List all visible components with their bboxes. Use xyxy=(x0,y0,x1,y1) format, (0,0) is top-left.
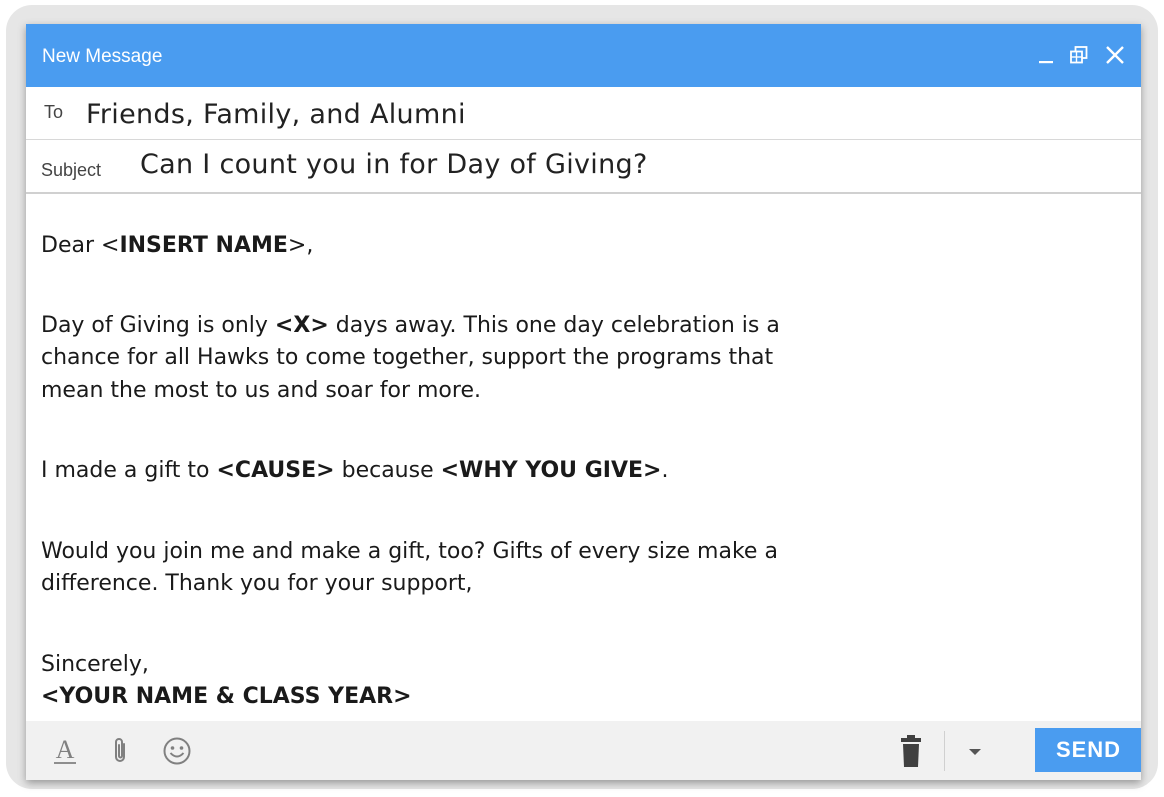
paragraph-1-line-3: mean the most to us and soar for more. xyxy=(41,378,481,403)
placeholder-name: INSERT NAME xyxy=(119,233,288,258)
paragraph-1-line-1: Day of Giving is only <X> days away. Thi… xyxy=(41,313,780,338)
subject-label: Subject xyxy=(41,160,102,180)
minimize-button[interactable] xyxy=(1035,38,1057,72)
send-button[interactable]: SEND xyxy=(1035,728,1141,772)
title-bar: New Message xyxy=(26,24,1141,87)
popout-button[interactable] xyxy=(1066,38,1092,72)
close-icon xyxy=(1106,46,1124,64)
to-label: To xyxy=(44,102,64,122)
to-field[interactable]: Friends, Family, and Alumni xyxy=(86,100,466,130)
greeting-line: Dear <INSERT NAME>, xyxy=(41,233,314,258)
caret-down-icon xyxy=(969,748,981,755)
paragraph-3-line-2: difference. Thank you for your support, xyxy=(41,571,473,596)
signature-line: <YOUR NAME & CLASS YEAR> xyxy=(41,681,941,713)
emoji-button[interactable] xyxy=(159,721,195,780)
paragraph-3-line-1: Would you join me and make a gift, too? … xyxy=(41,539,778,564)
placeholder-signature: <YOUR NAME & CLASS YEAR> xyxy=(41,684,412,709)
attach-button[interactable] xyxy=(106,721,136,780)
closing-line: Sincerely, xyxy=(41,652,149,677)
close-button[interactable] xyxy=(1100,38,1130,72)
smiley-icon xyxy=(163,737,191,764)
svg-text:A: A xyxy=(56,736,75,764)
toolbar-divider xyxy=(944,731,945,771)
discard-button[interactable] xyxy=(896,721,926,780)
paperclip-icon xyxy=(115,737,125,762)
subject-row[interactable]: Subject Can I count you in for Day of Gi… xyxy=(26,140,1141,194)
text-format-icon: A xyxy=(54,736,76,764)
to-row[interactable]: To Friends, Family, and Alumni xyxy=(26,87,1141,140)
placeholder-cause: <CAUSE> xyxy=(216,458,335,483)
paragraph-1-line-2: chance for all Hawks to come together, s… xyxy=(41,345,774,370)
placeholder-why: <WHY YOU GIVE> xyxy=(440,458,662,483)
popout-icon xyxy=(1070,46,1088,64)
compose-toolbar: A SEND xyxy=(26,721,1141,780)
window-title: New Message xyxy=(42,46,163,67)
paragraph-2: I made a gift to <CAUSE> because <WHY YO… xyxy=(41,458,669,483)
subject-field[interactable]: Can I count you in for Day of Giving? xyxy=(140,150,648,180)
placeholder-days: <X> xyxy=(274,313,329,338)
format-text-button[interactable]: A xyxy=(48,721,82,780)
minimize-icon xyxy=(1039,61,1053,64)
trash-icon xyxy=(901,734,921,767)
compose-window: New Message To Friends, Family, and Alum… xyxy=(26,24,1141,780)
more-options-button[interactable] xyxy=(962,721,988,780)
